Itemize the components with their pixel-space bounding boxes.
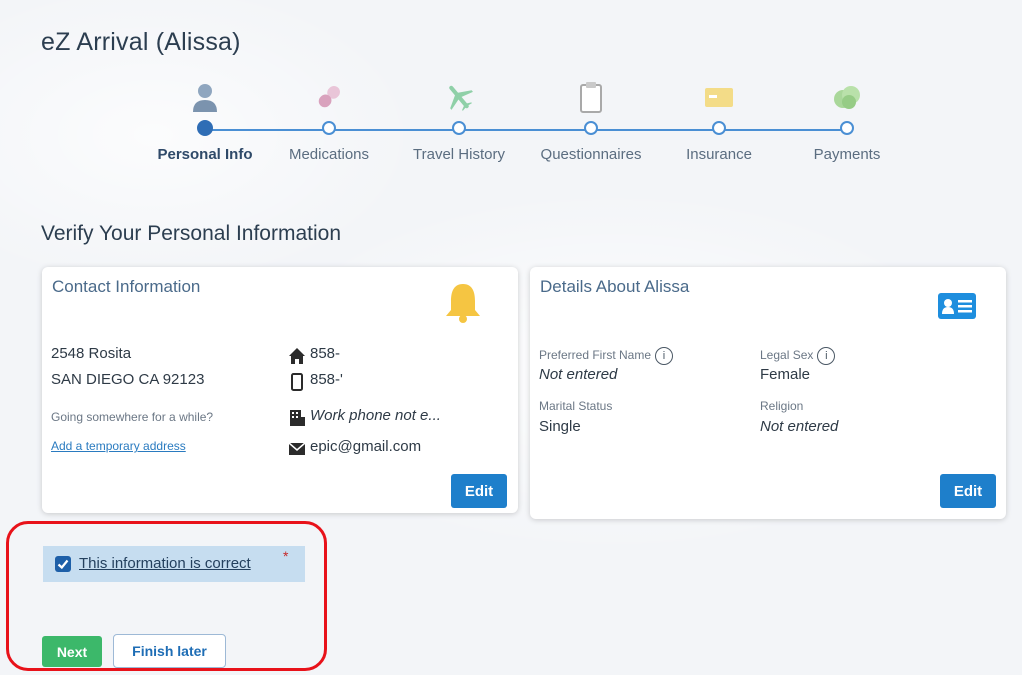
address-line-1: 2548 Rosita — [51, 345, 132, 362]
app-title: eZ Arrival (Alissa) — [41, 28, 241, 56]
info-icon[interactable]: i — [655, 347, 674, 365]
person-icon — [193, 84, 217, 112]
pill-icon — [318, 86, 340, 108]
contact-information-card: Contact Information 2548 Rosita SAN DIEG… — [42, 267, 518, 513]
work-phone-icon — [290, 410, 305, 426]
home-phone: 858- — [310, 345, 341, 362]
edit-contact-button[interactable]: Edit — [451, 474, 507, 508]
mobile-phone-icon — [291, 373, 303, 391]
step-dot — [584, 121, 598, 135]
progress-stepper: Personal Info Medications Travel History — [140, 80, 900, 175]
religion-label: Religion — [760, 399, 804, 413]
money-icon — [834, 86, 860, 109]
religion-value: Not entered — [760, 418, 839, 435]
step-label: Travel History — [413, 146, 505, 163]
mobile-phone: 858-' — [310, 371, 343, 388]
step-label: Payments — [813, 146, 881, 163]
checkmark-icon — [57, 559, 69, 570]
legal-sex-value: Female — [760, 366, 811, 383]
address-line-2: SAN DIEGO CA 92123 — [51, 371, 205, 388]
confirm-label[interactable]: This information is correct — [79, 555, 251, 572]
step-label: Questionnaires — [540, 146, 642, 163]
step-dot — [322, 121, 336, 135]
step-dot — [712, 121, 726, 135]
insurance-card-icon — [705, 88, 733, 107]
add-temporary-address-link[interactable]: Add a temporary address — [51, 439, 186, 453]
confirm-checkbox[interactable] — [55, 556, 71, 572]
work-phone: Work phone not e... — [310, 407, 441, 424]
email-address: epic@gmail.com — [310, 438, 422, 455]
step-dot — [840, 121, 854, 135]
airplane-icon — [449, 85, 473, 111]
next-button[interactable]: Next — [42, 636, 102, 667]
stepper-track — [200, 129, 850, 131]
temporary-address-prompt: Going somewhere for a while? — [51, 410, 214, 424]
card-title: Contact Information — [52, 277, 201, 296]
confirm-information-checkbox-row[interactable]: This information is correct * — [43, 546, 305, 582]
edit-details-button[interactable]: Edit — [940, 474, 996, 508]
clipboard-icon — [580, 82, 602, 113]
info-icon[interactable]: i — [817, 347, 836, 365]
step-label: Insurance — [686, 146, 752, 163]
details-card: Details About Alissa Preferred First Nam… — [530, 267, 1006, 519]
section-title: Verify Your Personal Information — [41, 222, 342, 245]
preferred-name-label: Preferred First Name i — [539, 347, 674, 365]
step-dot — [197, 120, 213, 136]
step-dot — [452, 121, 466, 135]
bell-icon — [446, 284, 480, 323]
finish-later-button[interactable]: Finish later — [113, 634, 226, 668]
email-icon — [288, 442, 306, 455]
home-phone-icon — [289, 348, 305, 364]
preferred-name-value: Not entered — [539, 366, 618, 383]
legal-sex-label: Legal Sex i — [760, 347, 836, 365]
marital-status-label: Marital Status — [539, 399, 613, 413]
step-label: Personal Info — [157, 146, 253, 163]
id-card-icon — [938, 293, 976, 319]
required-asterisk: * — [283, 548, 289, 564]
step-label: Medications — [288, 146, 370, 163]
marital-status-value: Single — [539, 418, 581, 435]
card-title: Details About Alissa — [540, 277, 690, 296]
